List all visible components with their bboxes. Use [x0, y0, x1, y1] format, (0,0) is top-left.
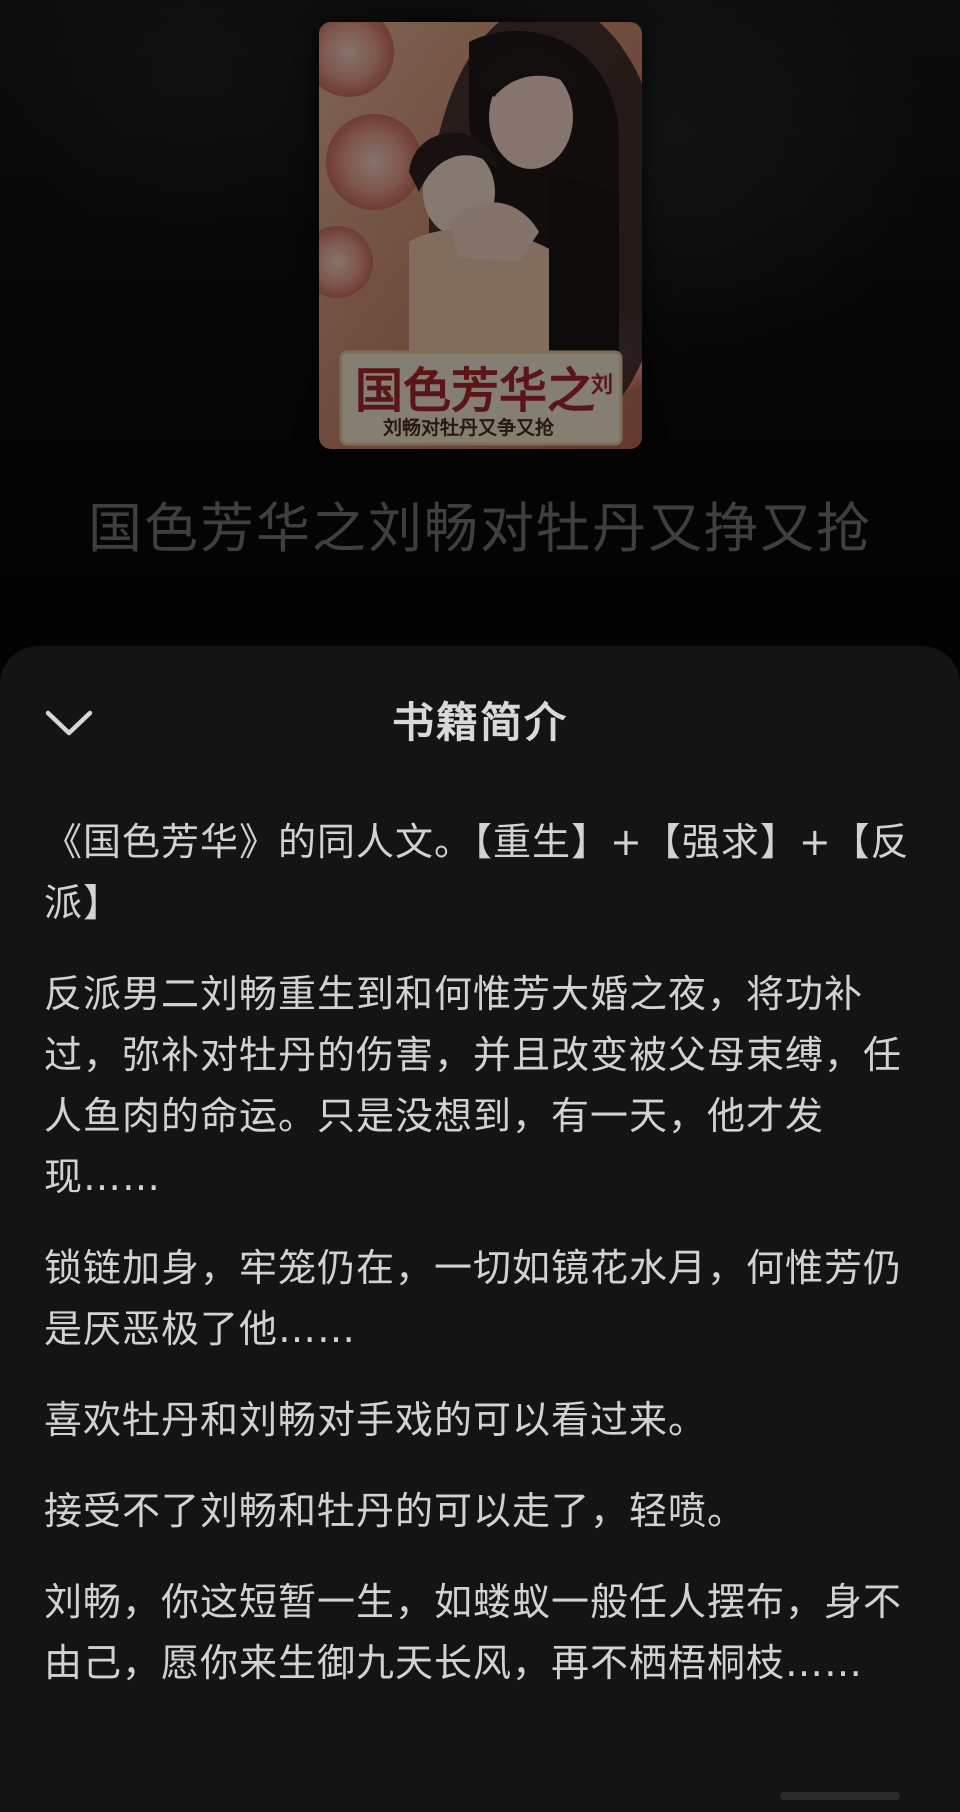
cover-title-suffix: 刘	[591, 372, 613, 398]
cover-subtitle: 刘畅对牡丹又争又抢	[383, 416, 555, 439]
cover-title: 国色芳华之	[355, 363, 595, 419]
intro-paragraph: 反派男二刘畅重生到和何惟芳大婚之夜，将功补过，弥补对牡丹的伤害，并且改变被父母束…	[44, 972, 903, 1199]
intro-paragraph: 锁链加身，牢笼仍在，一切如镜花水月，何惟芳仍是厌恶极了他……	[44, 1246, 903, 1351]
home-indicator	[780, 1792, 900, 1800]
intro-paragraph: 刘畅，你这短暂一生，如蝼蚁一般任人摆布，身不由己，愿你来生御九天长风，再不栖梧桐…	[44, 1580, 903, 1685]
book-title: 国色芳华之刘畅对牡丹又挣又抢	[88, 497, 872, 560]
intro-paragraph: 接受不了刘畅和牡丹的可以走了，轻喷。	[44, 1489, 747, 1533]
intro-paragraph: 喜欢牡丹和刘畅对手戏的可以看过来。	[44, 1398, 708, 1442]
intro-paragraph: 《国色芳华》的同人文。【重生】+【强求】+【反派】	[44, 820, 910, 925]
intro-text: 《国色芳华》的同人文。【重生】+【强求】+【反派】 反派男二刘畅重生到和何惟芳大…	[44, 812, 916, 1724]
book-cover[interactable]: 国色芳华之 刘 刘畅对牡丹又争又抢	[319, 22, 642, 449]
sheet-header: 书籍简介	[0, 646, 960, 822]
book-intro-sheet: 书籍简介 《国色芳华》的同人文。【重生】+【强求】+【反派】 反派男二刘畅重生到…	[0, 646, 960, 1812]
cover-artwork: 国色芳华之 刘 刘畅对牡丹又争又抢	[319, 22, 642, 449]
sheet-title: 书籍简介	[391, 698, 568, 747]
